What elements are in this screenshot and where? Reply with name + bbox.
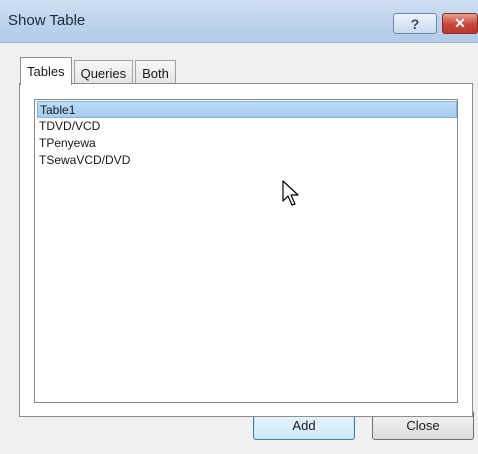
title-bar[interactable]: Show Table ? ✕ xyxy=(0,0,478,43)
list-item-table1[interactable]: Table1 xyxy=(37,101,457,118)
list-item-tpenyewa[interactable]: TPenyewa xyxy=(37,135,457,152)
tab-both[interactable]: Both xyxy=(135,60,176,85)
help-icon: ? xyxy=(410,15,420,32)
mouse-pointer-icon xyxy=(282,180,299,206)
title-close-button[interactable]: ✕ xyxy=(442,13,478,34)
table-listbox[interactable]: Table1 TDVD/VCD TPenyewa TSewaVCD/DVD xyxy=(34,99,458,403)
help-button[interactable]: ? xyxy=(393,13,437,34)
dialog-body: Tables Queries Both Table1 TDVD/VCD TPen… xyxy=(0,43,478,454)
tab-page-tables: Table1 TDVD/VCD TPenyewa TSewaVCD/DVD xyxy=(19,83,473,417)
list-item-tdvd-vcd[interactable]: TDVD/VCD xyxy=(37,118,457,135)
tab-queries[interactable]: Queries xyxy=(73,60,134,85)
list-item-tsewavcd-dvd[interactable]: TSewaVCD/DVD xyxy=(37,152,457,169)
close-icon: ✕ xyxy=(454,15,466,31)
tab-strip: Tables Queries Both xyxy=(20,57,178,85)
dialog-title: Show Table xyxy=(8,12,86,29)
show-table-dialog: Show Table ? ✕ Tables Queries Both Table… xyxy=(0,0,478,454)
tab-tables[interactable]: Tables xyxy=(20,57,72,85)
